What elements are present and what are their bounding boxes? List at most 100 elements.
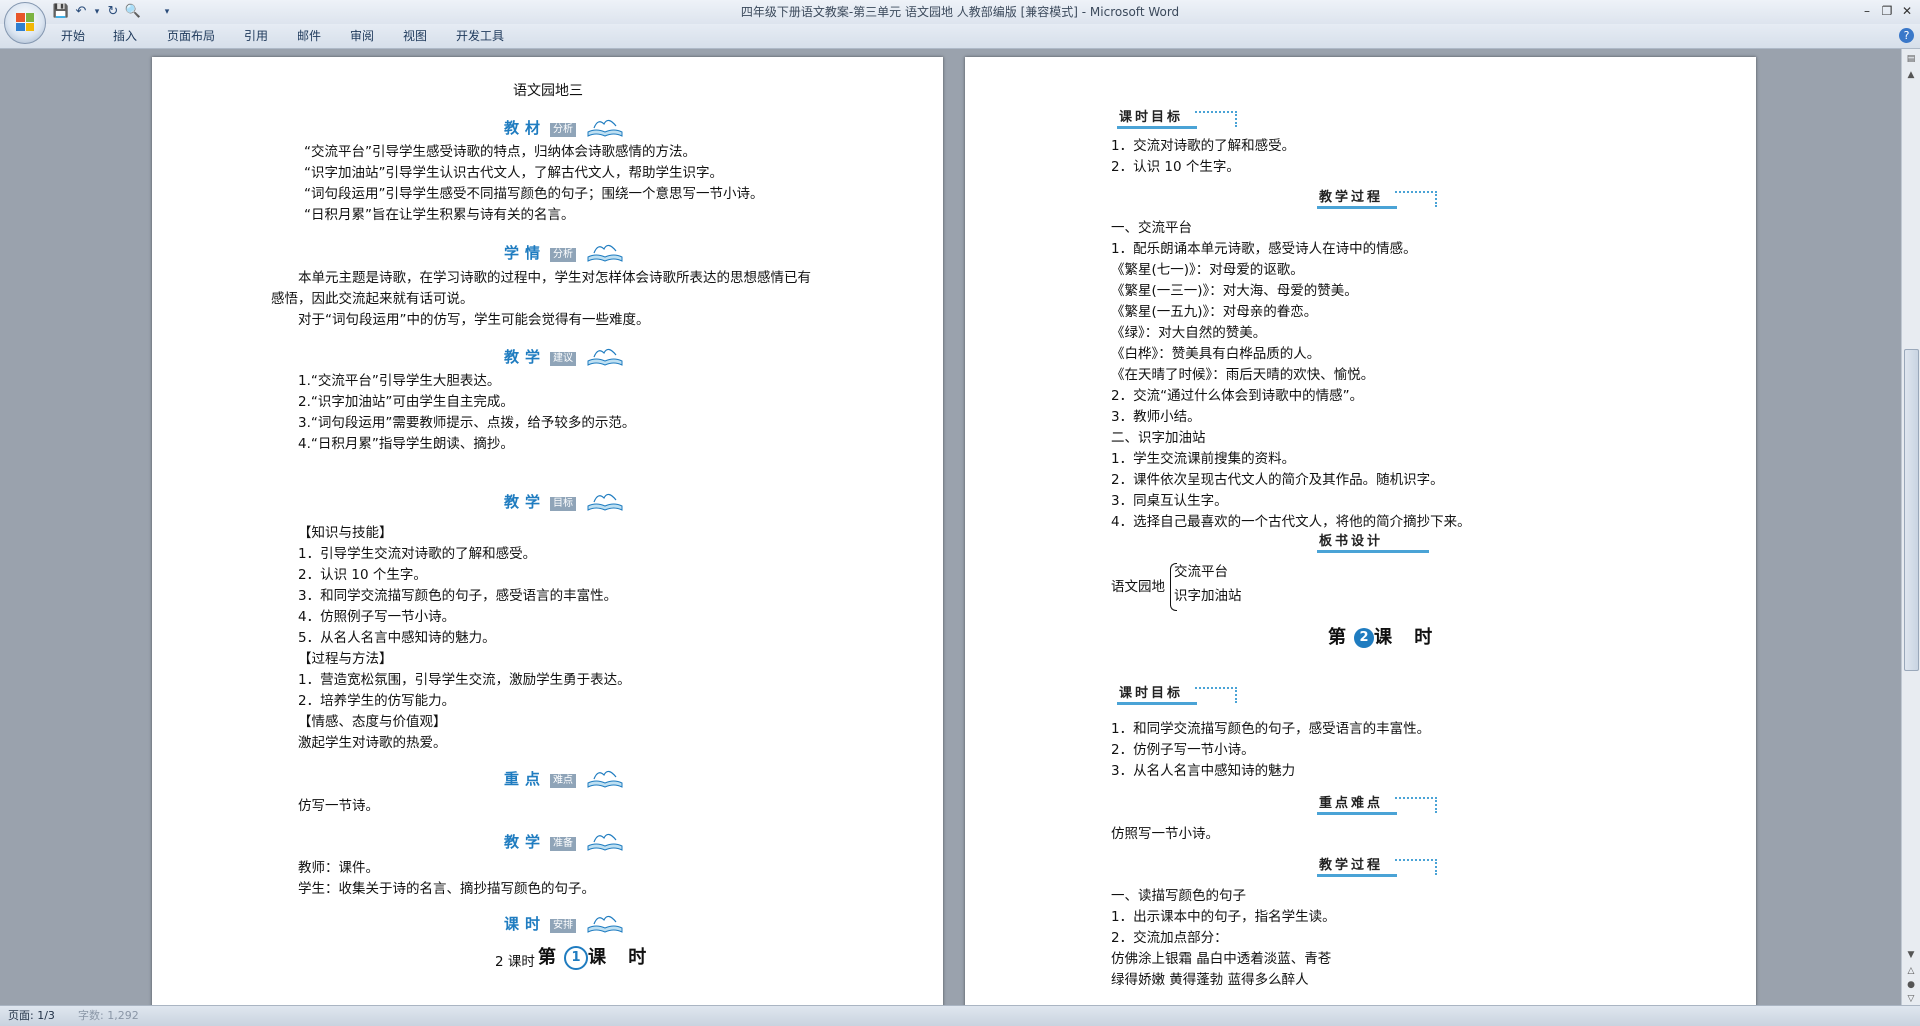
section-heading: 教学 目标 bbox=[504, 492, 664, 514]
box-heading: 课时目标 bbox=[1117, 685, 1237, 705]
list-item: 2．仿例子写一节小诗。 bbox=[1111, 742, 1255, 758]
list-item: 二、识字加油站 bbox=[1111, 430, 1206, 446]
box-heading-text: 板书设计 bbox=[1319, 534, 1384, 549]
list-item: 仿佛涂上银霜 晶白中透着淡蓝、青苍 bbox=[1111, 951, 1332, 967]
underline bbox=[1317, 812, 1397, 815]
lesson-suffix: 课 时 bbox=[1374, 627, 1441, 648]
list-item: 2．认识 10 个生字。 bbox=[298, 567, 427, 583]
tab-view[interactable]: 视图 bbox=[393, 24, 437, 48]
redo-icon[interactable]: ↻ bbox=[104, 3, 122, 21]
scroll-down-icon[interactable]: ▼ bbox=[1905, 949, 1917, 961]
select-browse-object-icon[interactable]: ● bbox=[1905, 979, 1917, 991]
list-item: 1.“交流平台”引导学生大胆表达。 bbox=[298, 373, 501, 389]
previous-page-icon[interactable]: △ bbox=[1905, 965, 1917, 977]
list-item: 绿得娇嫩 黄得蓬勃 蓝得多么醉人 bbox=[1111, 972, 1309, 988]
section-heading: 课时 安排 bbox=[504, 914, 664, 936]
paragraph-line: 感悟，因此交流起来就有话可说。 bbox=[271, 291, 474, 307]
tab-home[interactable]: 开始 bbox=[51, 24, 95, 48]
book-icon bbox=[587, 915, 623, 933]
restore-icon[interactable]: ❐ bbox=[1878, 2, 1896, 20]
document-page-1[interactable]: 语文园地三 教材 分析 “交流平台”引导学生感受诗歌的特点，归纳体会诗歌感情的方… bbox=[152, 57, 943, 1005]
paragraph-line: 仿照写一节小诗。 bbox=[1111, 826, 1219, 842]
office-button[interactable] bbox=[4, 2, 46, 44]
section-heading-text: 教学 bbox=[504, 493, 547, 511]
box-heading: 重点难点 bbox=[1317, 795, 1437, 815]
tab-insert[interactable]: 插入 bbox=[103, 24, 147, 48]
subheading: 【过程与方法】 bbox=[298, 651, 393, 667]
book-icon bbox=[587, 493, 623, 511]
box-heading-text: 教学过程 bbox=[1319, 858, 1384, 873]
list-item: 2．交流“通过什么体会到诗歌中的情感”。 bbox=[1111, 388, 1364, 404]
word-count[interactable]: 字数: 1,292 bbox=[72, 1006, 145, 1026]
document-page-2[interactable]: 课时目标 1．交流对诗歌的了解和感受。 2．认识 10 个生字。 教学过程 一、… bbox=[965, 57, 1756, 1005]
underline bbox=[1117, 702, 1197, 705]
hours-text: 2 课时 bbox=[495, 954, 535, 970]
list-item: 2．交流加点部分： bbox=[1111, 930, 1228, 946]
list-item: 3．教师小结。 bbox=[1111, 409, 1201, 425]
board-item: 交流平台 bbox=[1174, 564, 1228, 580]
underline bbox=[1317, 874, 1397, 877]
tab-references[interactable]: 引用 bbox=[234, 24, 278, 48]
list-item: 1．学生交流课前搜集的资料。 bbox=[1111, 451, 1296, 467]
lesson-prefix: 第 bbox=[538, 947, 564, 968]
paragraph-line: 对于“词句段运用”中的仿写，学生可能会觉得有一些难度。 bbox=[298, 312, 650, 328]
section-heading: 学情 分析 bbox=[504, 243, 664, 265]
list-item: 《绿》：对大自然的赞美。 bbox=[1111, 325, 1267, 341]
list-item: 4．选择自己最喜欢的一个古代文人，将他的简介摘抄下来。 bbox=[1111, 514, 1471, 530]
dots-decoration bbox=[1195, 111, 1237, 127]
list-item: 4.“日积月累”指导学生朗读、摘抄。 bbox=[298, 436, 514, 452]
print-preview-icon[interactable]: 🔍 bbox=[124, 3, 142, 21]
box-heading-text: 重点难点 bbox=[1319, 796, 1384, 811]
list-item: 2.“识字加油站”可由学生自主完成。 bbox=[298, 394, 514, 410]
scrollbar-thumb[interactable] bbox=[1904, 349, 1919, 671]
list-item: 5．从名人名言中感知诗的魅力。 bbox=[298, 630, 496, 646]
save-icon[interactable]: 💾 bbox=[52, 3, 70, 21]
status-bar: 页面: 1/3 字数: 1,292 bbox=[0, 1005, 1920, 1026]
list-item: 2．培养学生的仿写能力。 bbox=[298, 693, 456, 709]
list-item: 《繁星(一五九)》：对母亲的眷恋。 bbox=[1111, 304, 1318, 320]
box-heading: 课时目标 bbox=[1117, 109, 1237, 129]
board-root: 语文园地 bbox=[1111, 579, 1165, 595]
customize-toolbar-icon[interactable]: ▾ bbox=[158, 3, 176, 21]
vertical-scrollbar[interactable]: ▤ ▲ ▼ △ ● ▽ bbox=[1901, 49, 1920, 1005]
scroll-up-icon[interactable]: ▲ bbox=[1905, 69, 1917, 81]
next-page-icon[interactable]: ▽ bbox=[1905, 993, 1917, 1005]
help-icon[interactable]: ? bbox=[1899, 28, 1914, 43]
tab-review[interactable]: 审阅 bbox=[340, 24, 384, 48]
section-heading-sub: 难点 bbox=[550, 774, 576, 788]
subheading: 【知识与技能】 bbox=[298, 525, 393, 541]
tab-mailings[interactable]: 邮件 bbox=[287, 24, 331, 48]
book-icon bbox=[587, 770, 623, 788]
list-item: 1．引导学生交流对诗歌的了解和感受。 bbox=[298, 546, 537, 562]
underline bbox=[1317, 206, 1397, 209]
close-icon[interactable]: ✕ bbox=[1898, 2, 1916, 20]
section-heading-sub: 准备 bbox=[550, 837, 576, 851]
list-item: 1．和同学交流描写颜色的句子，感受语言的丰富性。 bbox=[1111, 721, 1431, 737]
section-heading-sub: 分析 bbox=[550, 123, 576, 137]
page-indicator[interactable]: 页面: 1/3 bbox=[2, 1006, 61, 1026]
paragraph-line: “词句段运用”引导学生感受不同描写颜色的句子；围绕一个意思写一节小诗。 bbox=[304, 186, 764, 202]
box-heading: 教学过程 bbox=[1317, 189, 1437, 209]
list-item: 3．从名人名言中感知诗的魅力 bbox=[1111, 763, 1296, 779]
subheading: 【情感、态度与价值观】 bbox=[298, 714, 447, 730]
office-logo-icon bbox=[16, 13, 34, 31]
lesson-prefix: 第 bbox=[1328, 627, 1354, 648]
paragraph-line: 本单元主题是诗歌，在学习诗歌的过程中，学生对怎样体会诗歌所表达的思想感情已有 bbox=[298, 270, 811, 286]
list-item: 《在天晴了时候》：雨后天晴的欢快、愉悦。 bbox=[1111, 367, 1375, 383]
list-item: 一、读描写颜色的句子 bbox=[1111, 888, 1246, 904]
list-item: 3．和同学交流描写颜色的句子，感受语言的丰富性。 bbox=[298, 588, 618, 604]
tab-page-layout[interactable]: 页面布局 bbox=[157, 24, 225, 48]
lesson-suffix: 课 时 bbox=[588, 947, 655, 968]
list-item: 1．出示课本中的句子，指名学生读。 bbox=[1111, 909, 1336, 925]
section-heading-text: 重点 bbox=[504, 770, 547, 788]
minimize-icon[interactable]: – bbox=[1858, 2, 1876, 20]
book-icon bbox=[587, 119, 623, 137]
box-heading-text: 课时目标 bbox=[1119, 110, 1184, 125]
paragraph-line: 激起学生对诗歌的热爱。 bbox=[298, 735, 447, 751]
lesson-number: 2 bbox=[1354, 628, 1374, 648]
tab-developer[interactable]: 开发工具 bbox=[446, 24, 514, 48]
dots-decoration bbox=[1395, 191, 1437, 207]
ruler-toggle-icon[interactable]: ▤ bbox=[1905, 53, 1917, 65]
section-heading-text: 教材 bbox=[504, 119, 547, 137]
paragraph-line: “日积月累”旨在让学生积累与诗有关的名言。 bbox=[304, 207, 575, 223]
